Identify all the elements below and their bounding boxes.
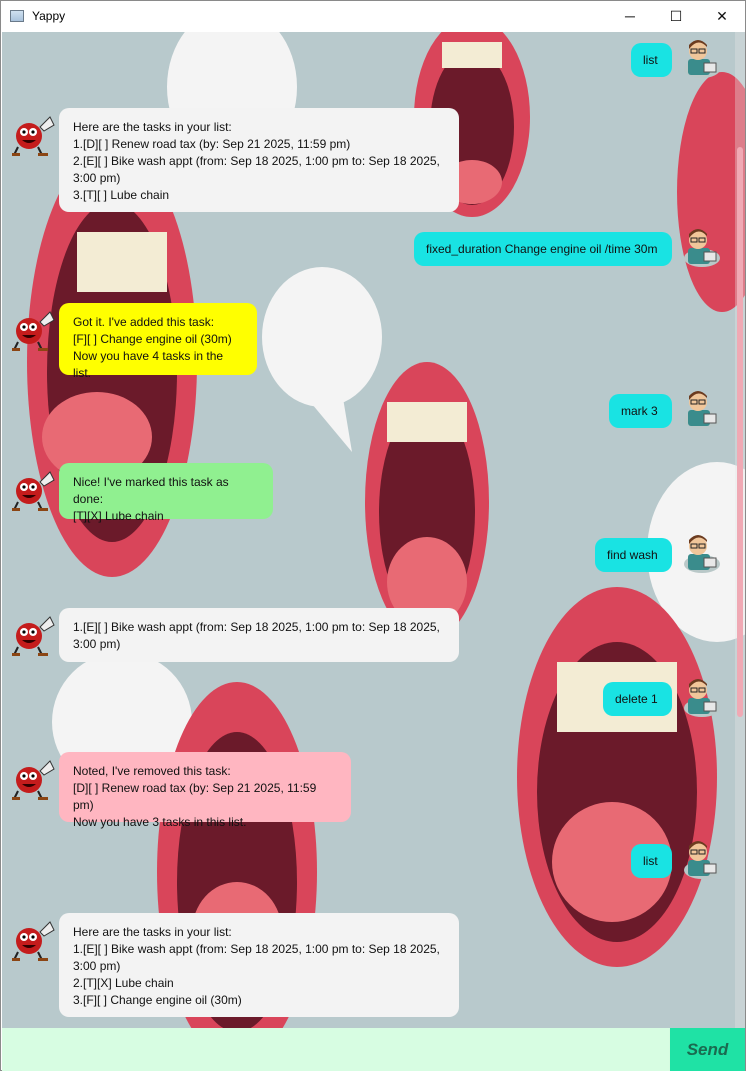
bot-avatar-icon [10,468,56,512]
user-message-row: list [2,841,735,882]
title-bar[interactable]: Yappy ─ ☐ ✕ [1,1,745,31]
user-message-bubble: fixed_duration Change engine oil /time 3… [414,232,672,266]
user-message-row: fixed_duration Change engine oil /time 3… [2,229,735,270]
user-message-row: mark 3 [2,391,735,432]
user-avatar-icon [678,676,722,720]
bot-message-bubble: Here are the tasks in your list: 1.[D][ … [59,108,459,212]
bot-avatar-icon [10,757,56,801]
bot-avatar-icon [10,113,56,157]
bot-message-row: Here are the tasks in your list: 1.[E][ … [2,913,735,1021]
bot-message-row: Got it. I've added this task: [F][ ] Cha… [2,303,735,380]
bot-message-bubble: Nice! I've marked this task as done: [T]… [59,463,273,523]
bot-avatar-icon [10,308,56,352]
bot-message-bubble: Here are the tasks in your list: 1.[E][ … [59,913,459,1017]
maximize-button[interactable]: ☐ [653,1,699,31]
bot-message-row: 1.[E][ ] Bike wash appt (from: Sep 18 20… [2,608,735,666]
user-message-row: list [2,40,735,81]
user-message-bubble: list [631,844,672,878]
user-message-bubble: delete 1 [603,682,672,716]
close-button[interactable]: ✕ [699,1,745,31]
window-title: Yappy [32,9,66,23]
user-message-bubble: mark 3 [609,394,672,428]
bot-message-row: Noted, I've removed this task: [D][ ] Re… [2,752,735,829]
bot-message-bubble: Noted, I've removed this task: [D][ ] Re… [59,752,351,829]
user-message-row: delete 1 [2,679,735,720]
bot-message-row: Here are the tasks in your list: 1.[D][ … [2,108,735,216]
app-icon [10,10,24,22]
scrollbar[interactable] [735,32,745,1028]
user-message-bubble: find wash [595,538,672,572]
bot-message-row: Nice! I've marked this task as done: [T]… [2,463,735,523]
input-bar: Send [2,1028,745,1071]
bot-message-bubble: 1.[E][ ] Bike wash appt (from: Sep 18 20… [59,608,459,662]
user-avatar-icon [678,838,722,882]
user-message-bubble: list [631,43,672,77]
minimize-button[interactable]: ─ [607,1,653,31]
app-window: Yappy ─ ☐ ✕ list Here are the tasks in y… [0,0,746,1071]
message-input[interactable] [2,1028,669,1071]
send-button[interactable]: Send [670,1028,745,1071]
scrollbar-thumb[interactable] [737,147,743,717]
user-avatar-icon [678,226,722,270]
user-avatar-icon [678,388,722,432]
user-message-row: find wash [2,535,735,576]
bot-avatar-icon [10,613,56,657]
bot-message-bubble: Got it. I've added this task: [F][ ] Cha… [59,303,257,380]
user-avatar-icon [678,37,722,81]
chat-scroll-pane[interactable]: list Here are the tasks in your list: 1.[… [2,32,745,1028]
bot-avatar-icon [10,918,56,962]
user-avatar-icon [678,532,722,576]
